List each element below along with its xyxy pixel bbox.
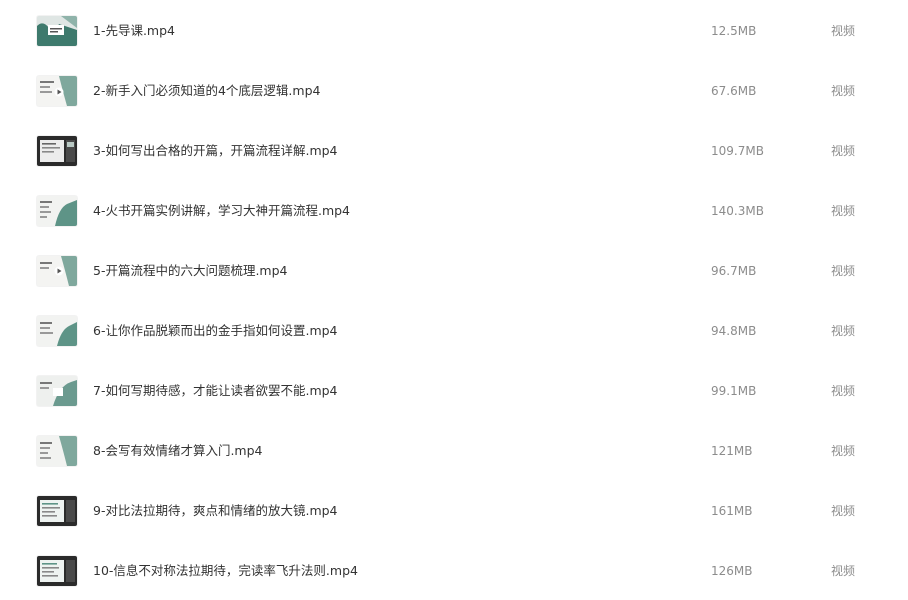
file-row[interactable]: 7-如何写期待感，才能让读者欲罢不能.mp4 99.1MB 视频: [0, 360, 908, 420]
file-name: 4-火书开篇实例讲解，学习大神开篇流程.mp4: [93, 203, 351, 218]
file-size: 121MB: [711, 444, 753, 458]
file-type: 视频: [831, 84, 856, 98]
file-name: 2-新手入门必须知道的4个底层逻辑.mp4: [93, 83, 321, 98]
file-size: 96.7MB: [711, 264, 757, 278]
file-size: 109.7MB: [711, 144, 764, 158]
file-name: 6-让你作品脱颖而出的金手指如何设置.mp4: [93, 323, 338, 338]
file-name: 9-对比法拉期待，爽点和情绪的放大镜.mp4: [93, 503, 338, 518]
file-type: 视频: [831, 504, 856, 518]
video-thumbnail-icon: [37, 556, 77, 586]
file-row[interactable]: 8-会写有效情绪才算入门.mp4 121MB 视频: [0, 420, 908, 480]
file-row[interactable]: 4-火书开篇实例讲解，学习大神开篇流程.mp4 140.3MB 视频: [0, 180, 908, 240]
file-type: 视频: [831, 24, 856, 38]
file-size: 140.3MB: [711, 204, 764, 218]
file-row[interactable]: 10-信息不对称法拉期待，完读率飞升法则.mp4 126MB 视频: [0, 540, 908, 600]
file-size: 12.5MB: [711, 24, 757, 38]
file-size: 161MB: [711, 504, 753, 518]
file-size: 94.8MB: [711, 324, 757, 338]
file-type: 视频: [831, 324, 856, 338]
file-row[interactable]: 2-新手入门必须知道的4个底层逻辑.mp4 67.6MB 视频: [0, 60, 908, 120]
file-name: 7-如何写期待感，才能让读者欲罢不能.mp4: [93, 383, 338, 398]
file-name: 10-信息不对称法拉期待，完读率飞升法则.mp4: [93, 563, 358, 578]
video-thumbnail-icon: [37, 496, 77, 526]
file-name: 5-开篇流程中的六大问题梳理.mp4: [93, 263, 288, 278]
file-row[interactable]: 9-对比法拉期待，爽点和情绪的放大镜.mp4 161MB 视频: [0, 480, 908, 540]
video-thumbnail-icon: [37, 256, 77, 286]
file-row[interactable]: 1-先导课.mp4 12.5MB 视频: [0, 0, 908, 60]
video-thumbnail-icon: [37, 376, 77, 406]
video-thumbnail-icon: [37, 136, 77, 166]
file-size: 99.1MB: [711, 384, 757, 398]
file-size: 126MB: [711, 564, 753, 578]
video-thumbnail-icon: [37, 316, 77, 346]
file-row[interactable]: 3-如何写出合格的开篇，开篇流程详解.mp4 109.7MB 视频: [0, 120, 908, 180]
file-type: 视频: [831, 444, 856, 458]
file-type: 视频: [831, 384, 856, 398]
file-size: 67.6MB: [711, 84, 757, 98]
video-thumbnail-icon: [37, 436, 77, 466]
file-name: 8-会写有效情绪才算入门.mp4: [93, 443, 263, 458]
video-thumbnail-icon: [37, 76, 77, 106]
file-type: 视频: [831, 144, 856, 158]
file-type: 视频: [831, 264, 856, 278]
file-name: 3-如何写出合格的开篇，开篇流程详解.mp4: [93, 143, 338, 158]
video-thumbnail-icon: [37, 196, 77, 226]
file-type: 视频: [831, 564, 856, 578]
file-row[interactable]: 5-开篇流程中的六大问题梳理.mp4 96.7MB 视频: [0, 240, 908, 300]
file-list: 1-先导课.mp4 12.5MB 视频 2-新手入门必须知道的4个底层逻辑.mp…: [0, 0, 908, 599]
file-name: 1-先导课.mp4: [93, 23, 176, 38]
file-type: 视频: [831, 204, 856, 218]
video-thumbnail-icon: [37, 16, 77, 46]
file-row[interactable]: 6-让你作品脱颖而出的金手指如何设置.mp4 94.8MB 视频: [0, 300, 908, 360]
